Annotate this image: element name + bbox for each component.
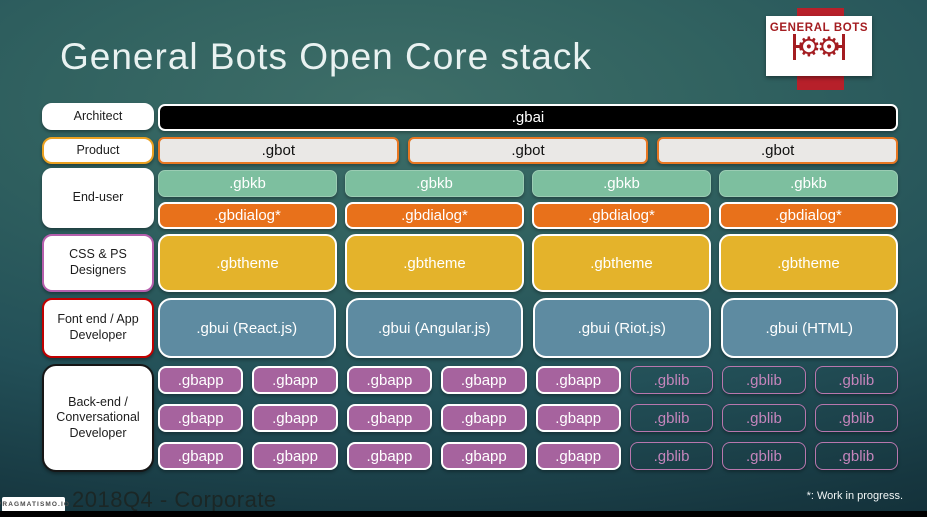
row-gbtheme: .gbtheme .gbtheme .gbtheme .gbtheme (158, 234, 898, 292)
gbui-angular-box: .gbui (Angular.js) (345, 298, 523, 358)
gbapp-box: .gbapp (158, 442, 244, 470)
gear-bar-left (792, 34, 803, 60)
gbapp-box: .gbapp (252, 404, 338, 432)
gbapp-box: .gbapp (346, 442, 433, 470)
gbdialog-box: .gbdialog* (158, 202, 337, 229)
row-gbot: .gbot .gbot .gbot (158, 137, 899, 164)
gbot-box: .gbot (407, 137, 649, 164)
gblib-box: .gblib (814, 366, 898, 394)
gbdialog-box: .gbdialog* (719, 202, 898, 229)
slide-caption: 2018Q4 - Corporate (72, 487, 277, 512)
row-gbkb: .gbkb .gbkb .gbkb .gbkb (158, 170, 898, 197)
label-frontend-app-developer: Font end / App Developer (42, 298, 154, 358)
gbapp-box: .gbapp (158, 366, 244, 394)
gbapp-box: .gbapp (346, 404, 433, 432)
gbui-riot-box: .gbui (Riot.js) (533, 298, 711, 358)
label-architect: Architect (42, 103, 154, 130)
row-gbdialog: .gbdialog* .gbdialog* .gbdialog* .gbdial… (158, 202, 898, 229)
gblib-box: .gblib (722, 404, 806, 432)
gbai-box: .gbai (158, 104, 898, 131)
work-in-progress-note: *: Work in progress. (806, 490, 903, 502)
gbapp-box: .gbapp (535, 404, 621, 432)
gbkb-box: .gbkb (345, 170, 524, 197)
page-title: General Bots Open Core stack (60, 36, 592, 77)
row-gbapp-gblib-3: .gbapp .gbapp .gbapp .gbapp .gbapp .gbli… (158, 442, 898, 470)
label-end-user: End-user (42, 168, 154, 228)
gbapp-box: .gbapp (158, 404, 244, 432)
row-gbapp-gblib-2: .gbapp .gbapp .gbapp .gbapp .gbapp .gbli… (158, 404, 898, 432)
gblib-box: .gblib (814, 404, 898, 432)
bottom-bar (0, 511, 927, 517)
gbkb-box: .gbkb (532, 170, 711, 197)
gbkb-box: .gbkb (719, 170, 898, 197)
gbapp-box: .gbapp (535, 442, 621, 470)
row-gbai: .gbai (158, 104, 898, 131)
gbui-html-box: .gbui (HTML) (720, 298, 898, 358)
gbui-react-box: .gbui (React.js) (158, 298, 336, 358)
gbot-box: .gbot (158, 137, 399, 164)
pragmatismo-logo: PRAGMATISMO.IO (0, 497, 69, 512)
label-css-ps-designers: CSS & PS Designers (42, 234, 154, 292)
gbapp-box: .gbapp (252, 366, 338, 394)
gbapp-box: .gbapp (441, 442, 527, 470)
gblib-box: .gblib (814, 442, 898, 470)
slide: General Bots Open Core stack GENERAL BOT… (0, 0, 927, 517)
gbdialog-box: .gbdialog* (345, 202, 524, 229)
gblib-box: .gblib (629, 366, 714, 394)
gbtheme-box: .gbtheme (719, 234, 898, 292)
gbapp-box: .gbapp (252, 442, 338, 470)
gears-icon: ⚙ ⚙ (792, 32, 846, 62)
gblib-box: .gblib (629, 404, 714, 432)
label-backend-conversational-developer: Back-end / Conversational Developer (42, 364, 154, 472)
gbdialog-box: .gbdialog* (532, 202, 711, 229)
gbot-box: .gbot (657, 137, 899, 164)
general-bots-logo: GENERAL BOTS ⚙ ⚙ (766, 16, 872, 76)
gbapp-box: .gbapp (535, 366, 621, 394)
gbtheme-box: .gbtheme (345, 234, 524, 292)
gbkb-box: .gbkb (158, 170, 337, 197)
gbapp-box: .gbapp (441, 404, 527, 432)
gbtheme-box: .gbtheme (532, 234, 711, 292)
gblib-box: .gblib (629, 442, 714, 470)
gbtheme-box: .gbtheme (158, 234, 337, 292)
gbapp-box: .gbapp (346, 366, 433, 394)
gbapp-box: .gbapp (441, 366, 527, 394)
gblib-box: .gblib (722, 366, 806, 394)
row-gbapp-gblib-1: .gbapp .gbapp .gbapp .gbapp .gbapp .gbli… (158, 366, 898, 394)
gblib-box: .gblib (722, 442, 806, 470)
gear-bar-right (835, 34, 846, 60)
row-gbui: .gbui (React.js) .gbui (Angular.js) .gbu… (158, 298, 898, 358)
label-product: Product (42, 137, 154, 164)
